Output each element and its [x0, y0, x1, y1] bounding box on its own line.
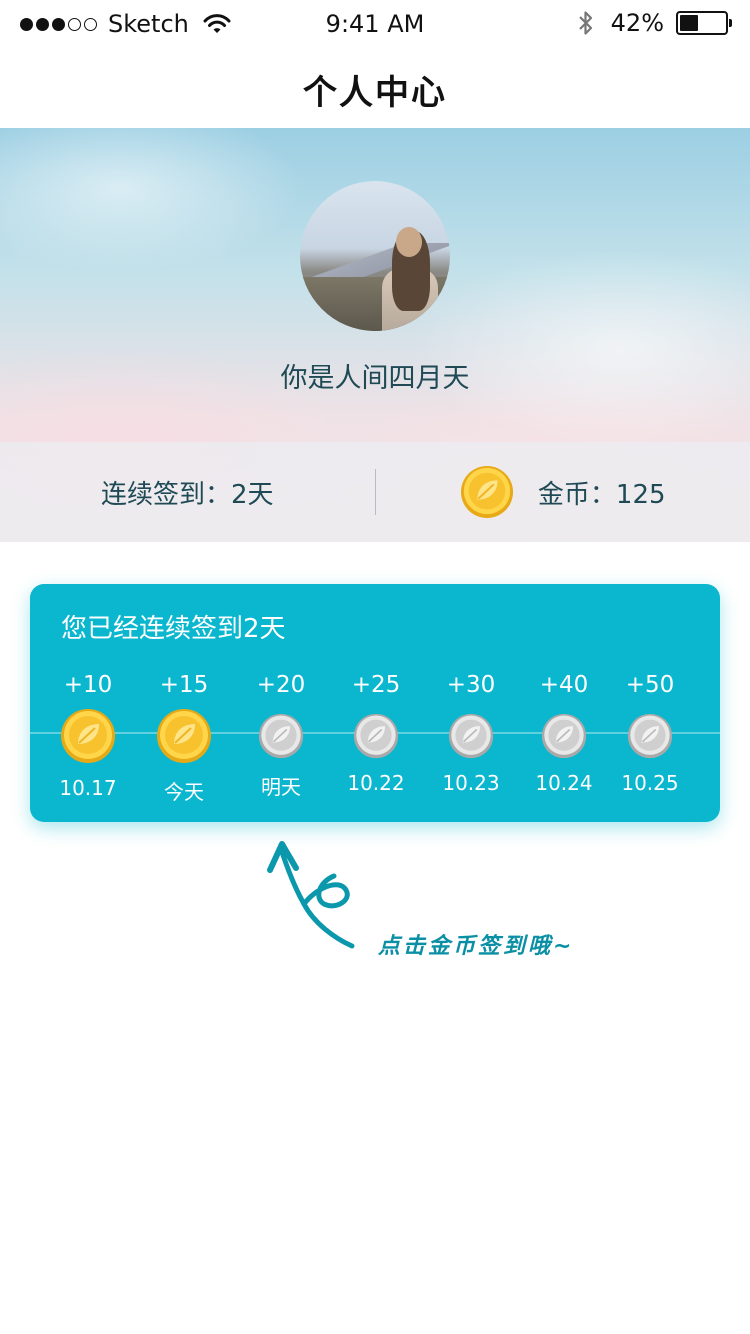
checkin-card: 您已经连续签到2天 +10 10.17 +15 今天 +20 明天 +25 10.22 +30 1…	[30, 584, 720, 822]
gold-coin-icon	[61, 709, 115, 763]
checkin-day[interactable]: +40 10.24	[519, 668, 609, 795]
checkin-day[interactable]: +25 10.22	[331, 668, 421, 795]
coins-label: 金币：125	[537, 479, 666, 510]
checkin-day-points: +40	[539, 672, 589, 698]
checkin-day-date: 10.17	[59, 776, 117, 800]
checkin-day[interactable]: +10 10.17	[43, 668, 133, 800]
silver-coin-icon	[627, 713, 673, 759]
checkin-title: 您已经连续签到2天	[61, 614, 286, 644]
checkin-day-date: 10.22	[347, 771, 405, 795]
checkin-day-points: +20	[256, 672, 306, 698]
status-bar: Sketch 9:41 AM 42%	[0, 0, 750, 50]
silver-coin-icon	[258, 713, 304, 759]
checkin-day-points: +15	[159, 672, 209, 698]
bluetooth-icon	[578, 11, 592, 35]
profile-header: 你是人间四月天 连续签到：2天 金币：125	[0, 128, 750, 542]
battery-fill	[680, 15, 699, 31]
checkin-day[interactable]: +20 明天	[236, 668, 326, 800]
silver-coin-icon	[448, 713, 494, 759]
status-right: 42%	[577, 9, 732, 37]
checkin-day[interactable]: +30 10.23	[426, 668, 516, 795]
checkin-day-points: +25	[351, 672, 401, 698]
checkin-hint-text: 点击金币签到哦~	[378, 934, 575, 959]
nav-bar: 个人中心	[0, 50, 750, 128]
coins-stat[interactable]: 金币：125	[376, 465, 750, 519]
page-title: 个人中心	[303, 72, 447, 113]
checkin-day-date: 10.24	[535, 771, 593, 795]
checkin-day[interactable]: +50 10.25	[605, 668, 695, 795]
gold-coin-icon	[460, 465, 513, 519]
battery-percent: 42%	[610, 9, 664, 37]
checkin-day-points: +30	[446, 672, 496, 698]
checkin-day-date: 今天	[164, 780, 204, 804]
user-nickname: 你是人间四月天	[280, 363, 470, 394]
checkin-streak-stat: 连续签到：2天	[0, 474, 375, 511]
checkin-day-date: 10.25	[621, 771, 679, 795]
checkin-day-date: 明天	[261, 775, 301, 799]
silver-coin-icon	[353, 713, 399, 759]
avatar[interactable]	[300, 181, 450, 331]
silver-coin-icon	[541, 713, 587, 759]
checkin-day-points: +10	[63, 672, 113, 698]
gold-coin-icon	[157, 709, 211, 763]
battery-icon	[676, 11, 732, 35]
stats-bar: 连续签到：2天 金币：125	[0, 442, 750, 542]
checkin-day-points: +50	[625, 672, 675, 698]
checkin-day[interactable]: +15 今天	[139, 668, 229, 805]
checkin-day-date: 10.23	[442, 771, 500, 795]
avatar-person-head	[396, 227, 422, 257]
checkin-streak-label: 连续签到：2天	[100, 479, 274, 510]
